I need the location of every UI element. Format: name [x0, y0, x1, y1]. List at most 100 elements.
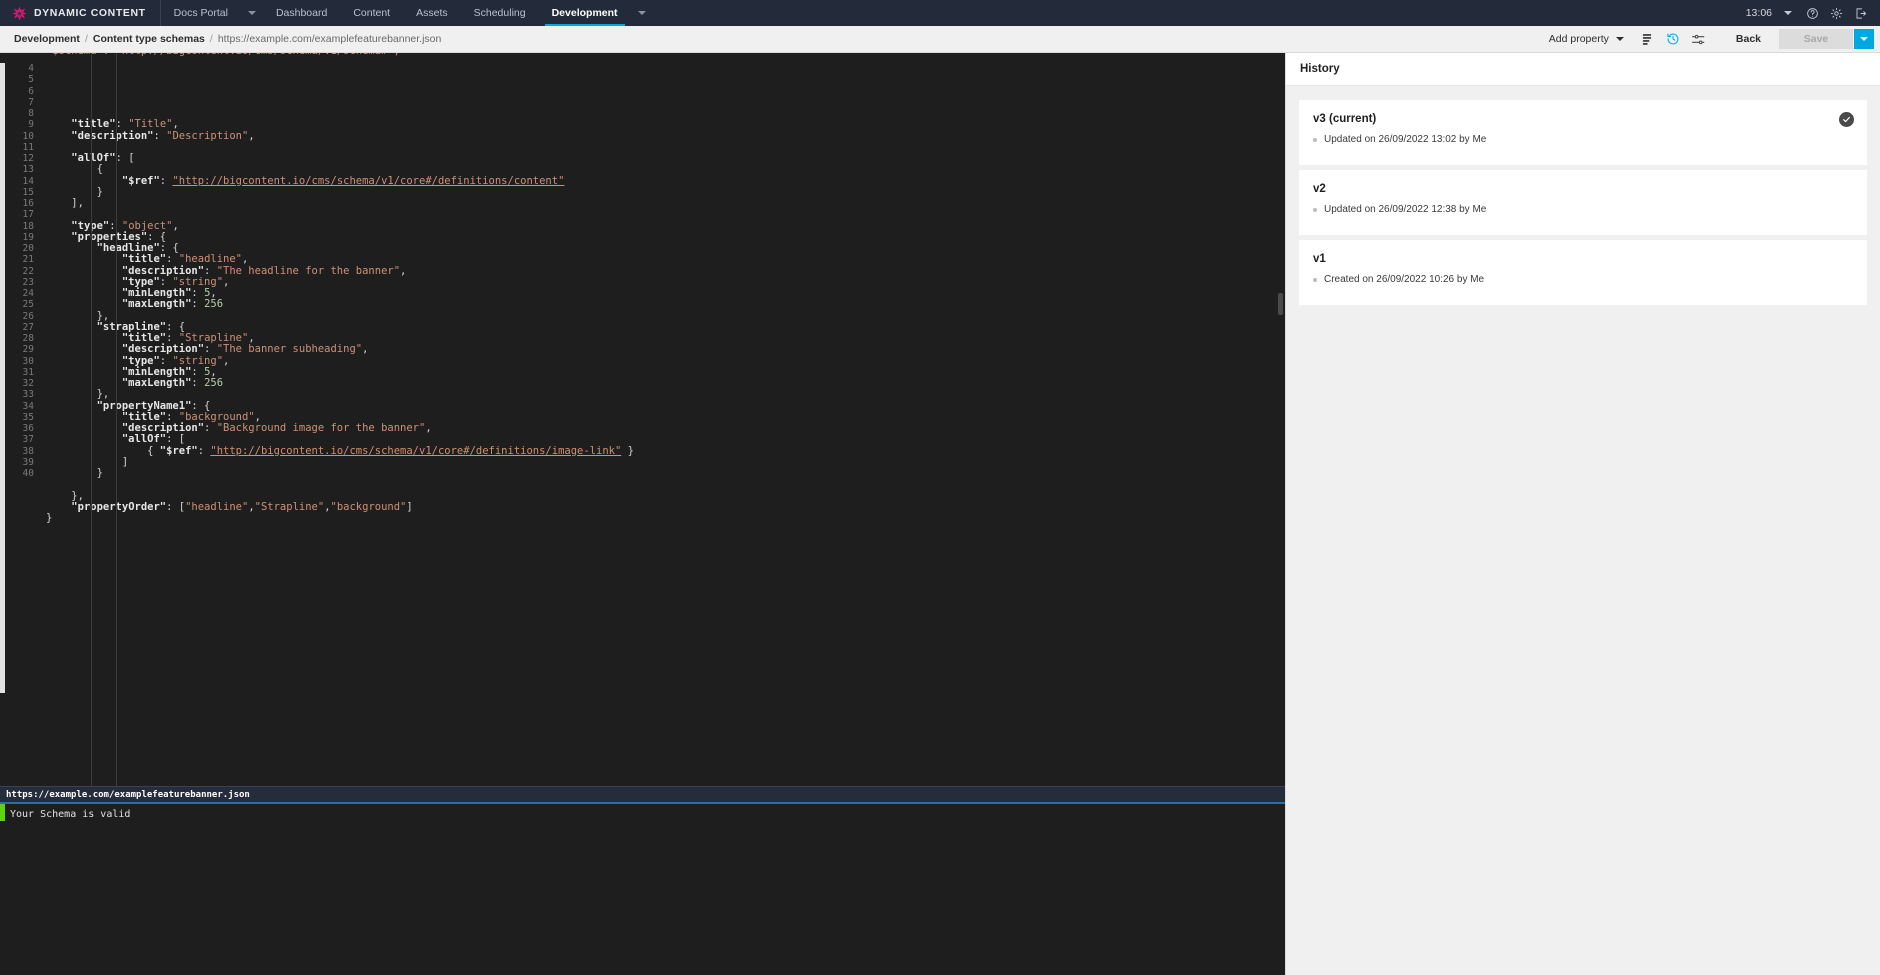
- add-property-button[interactable]: Add property: [1539, 26, 1634, 53]
- code-token: "properties": [71, 230, 148, 243]
- code-token: }: [46, 467, 103, 479]
- nav-item-content[interactable]: Content: [340, 0, 403, 26]
- save-options-chevron-down-icon[interactable]: [1854, 29, 1874, 49]
- code-line[interactable]: },: [46, 389, 1285, 400]
- code-line[interactable]: "maxLength": 256: [46, 377, 1285, 389]
- code-token: "minLength": [121, 365, 192, 378]
- history-entry[interactable]: v1 Created on 26/09/2022 10:26 by Me: [1299, 240, 1867, 305]
- nav-item-docs-portal[interactable]: Docs Portal: [161, 0, 241, 26]
- code-token: },: [46, 309, 110, 322]
- code-url-token[interactable]: "http://bigcontent.io/cms/schema/v1/core…: [210, 445, 621, 457]
- help-circle-icon[interactable]: [1800, 0, 1824, 26]
- code-token: }: [621, 444, 634, 457]
- code-token: "$ref": [159, 444, 198, 457]
- nav-item-scheduling[interactable]: Scheduling: [461, 0, 539, 26]
- code-line[interactable]: "description": "The banner subheading",: [46, 344, 1285, 355]
- code-line[interactable]: "type": "string",: [46, 355, 1285, 367]
- code-line[interactable]: "description": "Description",: [46, 129, 1285, 142]
- nav-development-chevron-down-icon[interactable]: [631, 0, 653, 26]
- history-clock-icon[interactable]: [1660, 26, 1686, 53]
- code-token: :: [153, 129, 167, 142]
- code-line[interactable]: [46, 479, 1285, 490]
- code-token: :: [166, 253, 179, 266]
- bullet-dot-icon: [1313, 137, 1317, 142]
- code-line[interactable]: "properties": {: [46, 230, 1285, 243]
- code-line[interactable]: "description": "The headline for the ban…: [46, 265, 1285, 277]
- code-line[interactable]: [46, 209, 1285, 220]
- editor-vertical-scrollbar-thumb[interactable]: [1278, 293, 1283, 315]
- settings-sliders-icon[interactable]: [1686, 26, 1712, 53]
- code-line[interactable]: "$ref": "http://bigcontent.io/cms/schema…: [46, 174, 1285, 187]
- code-token: : [: [115, 152, 135, 164]
- code-line[interactable]: },: [46, 309, 1285, 322]
- line-number: 18: [22, 220, 34, 232]
- history-entry-version: v2: [1313, 183, 1326, 195]
- code-line[interactable]: "propertyOrder": ["headline","Strapline"…: [46, 501, 1285, 513]
- list-view-icon[interactable]: [1634, 26, 1660, 53]
- history-entry[interactable]: v2 Updated on 26/09/2022 12:38 by Me: [1299, 170, 1867, 235]
- code-line[interactable]: [46, 142, 1285, 153]
- code-line[interactable]: { "$ref": "http://bigcontent.io/cms/sche…: [46, 444, 1285, 457]
- nav-item-assets[interactable]: Assets: [403, 0, 461, 26]
- code-token: : {: [191, 399, 211, 412]
- line-number: 7: [28, 96, 34, 108]
- gear-icon[interactable]: [1824, 0, 1848, 26]
- time-chevron-down-icon[interactable]: [1776, 0, 1800, 26]
- code-token: },: [46, 489, 84, 502]
- code-token: "string": [172, 275, 224, 288]
- history-entry-detail: Updated on 26/09/2022 12:38 by Me: [1324, 204, 1487, 215]
- breadcrumb-separator: /: [209, 33, 213, 45]
- code-line[interactable]: ]: [46, 456, 1285, 468]
- code-line[interactable]: ],: [46, 197, 1285, 209]
- code-line[interactable]: "type": "string",: [46, 275, 1285, 288]
- code-content[interactable]: "title": "Title", "description": "Descri…: [40, 53, 1285, 786]
- code-token: "description": [121, 422, 205, 434]
- line-number: 5: [28, 74, 34, 86]
- code-line[interactable]: "description": "Background image for the…: [46, 422, 1285, 434]
- code-token: "title": [121, 253, 167, 266]
- history-entry[interactable]: v3 (current) Updated on 26/09/2022 13:02 …: [1299, 100, 1867, 165]
- logout-icon[interactable]: [1848, 0, 1872, 26]
- code-line[interactable]: "allOf": [: [46, 152, 1285, 164]
- code-token: :: [166, 332, 179, 344]
- code-line[interactable]: }: [46, 186, 1285, 198]
- code-token: ,: [172, 118, 179, 131]
- code-line[interactable]: "minLength": 5,: [46, 365, 1285, 378]
- add-property-chevron-down-icon: [1615, 37, 1624, 41]
- line-number: 14: [22, 175, 34, 187]
- code-token: :: [204, 422, 217, 434]
- code-line[interactable]: "minLength": 5,: [46, 287, 1285, 299]
- code-editor[interactable]: "$schema": "http://bigcontent.io/cms/sch…: [0, 53, 1285, 786]
- nav-item-development[interactable]: Development: [539, 0, 631, 26]
- line-number: 35: [22, 411, 34, 423]
- line-number: 8: [28, 108, 34, 119]
- save-button[interactable]: Save: [1779, 29, 1853, 49]
- code-token: "title": [121, 332, 167, 344]
- code-line[interactable]: }: [46, 467, 1285, 479]
- code-token: "object": [121, 219, 173, 232]
- code-line[interactable]: [46, 108, 1285, 119]
- line-number: 9: [28, 119, 34, 131]
- nav-docs-portal-chevron-down-icon[interactable]: [241, 0, 263, 26]
- code-token: :: [159, 174, 173, 187]
- code-line[interactable]: "maxLength": 256: [46, 299, 1285, 310]
- top-navigation-bar: DYNAMIC CONTENT Docs Portal Dashboard Co…: [0, 0, 1880, 26]
- brand-logo[interactable]: DYNAMIC CONTENT: [0, 0, 161, 26]
- line-number: 30: [22, 355, 34, 367]
- breadcrumb-item-content-type-schemas[interactable]: Content type schemas: [93, 33, 205, 45]
- nav-item-label: Development: [551, 7, 618, 19]
- code-line[interactable]: }: [46, 512, 1285, 524]
- code-url-token[interactable]: "http://bigcontent.io/cms/schema/v1/core…: [172, 175, 564, 187]
- nav-item-dashboard[interactable]: Dashboard: [263, 0, 340, 26]
- line-number: 29: [22, 344, 34, 356]
- code-line[interactable]: "type": "object",: [46, 219, 1285, 232]
- breadcrumb-item-development[interactable]: Development: [14, 33, 80, 45]
- back-button[interactable]: Back: [1712, 33, 1779, 45]
